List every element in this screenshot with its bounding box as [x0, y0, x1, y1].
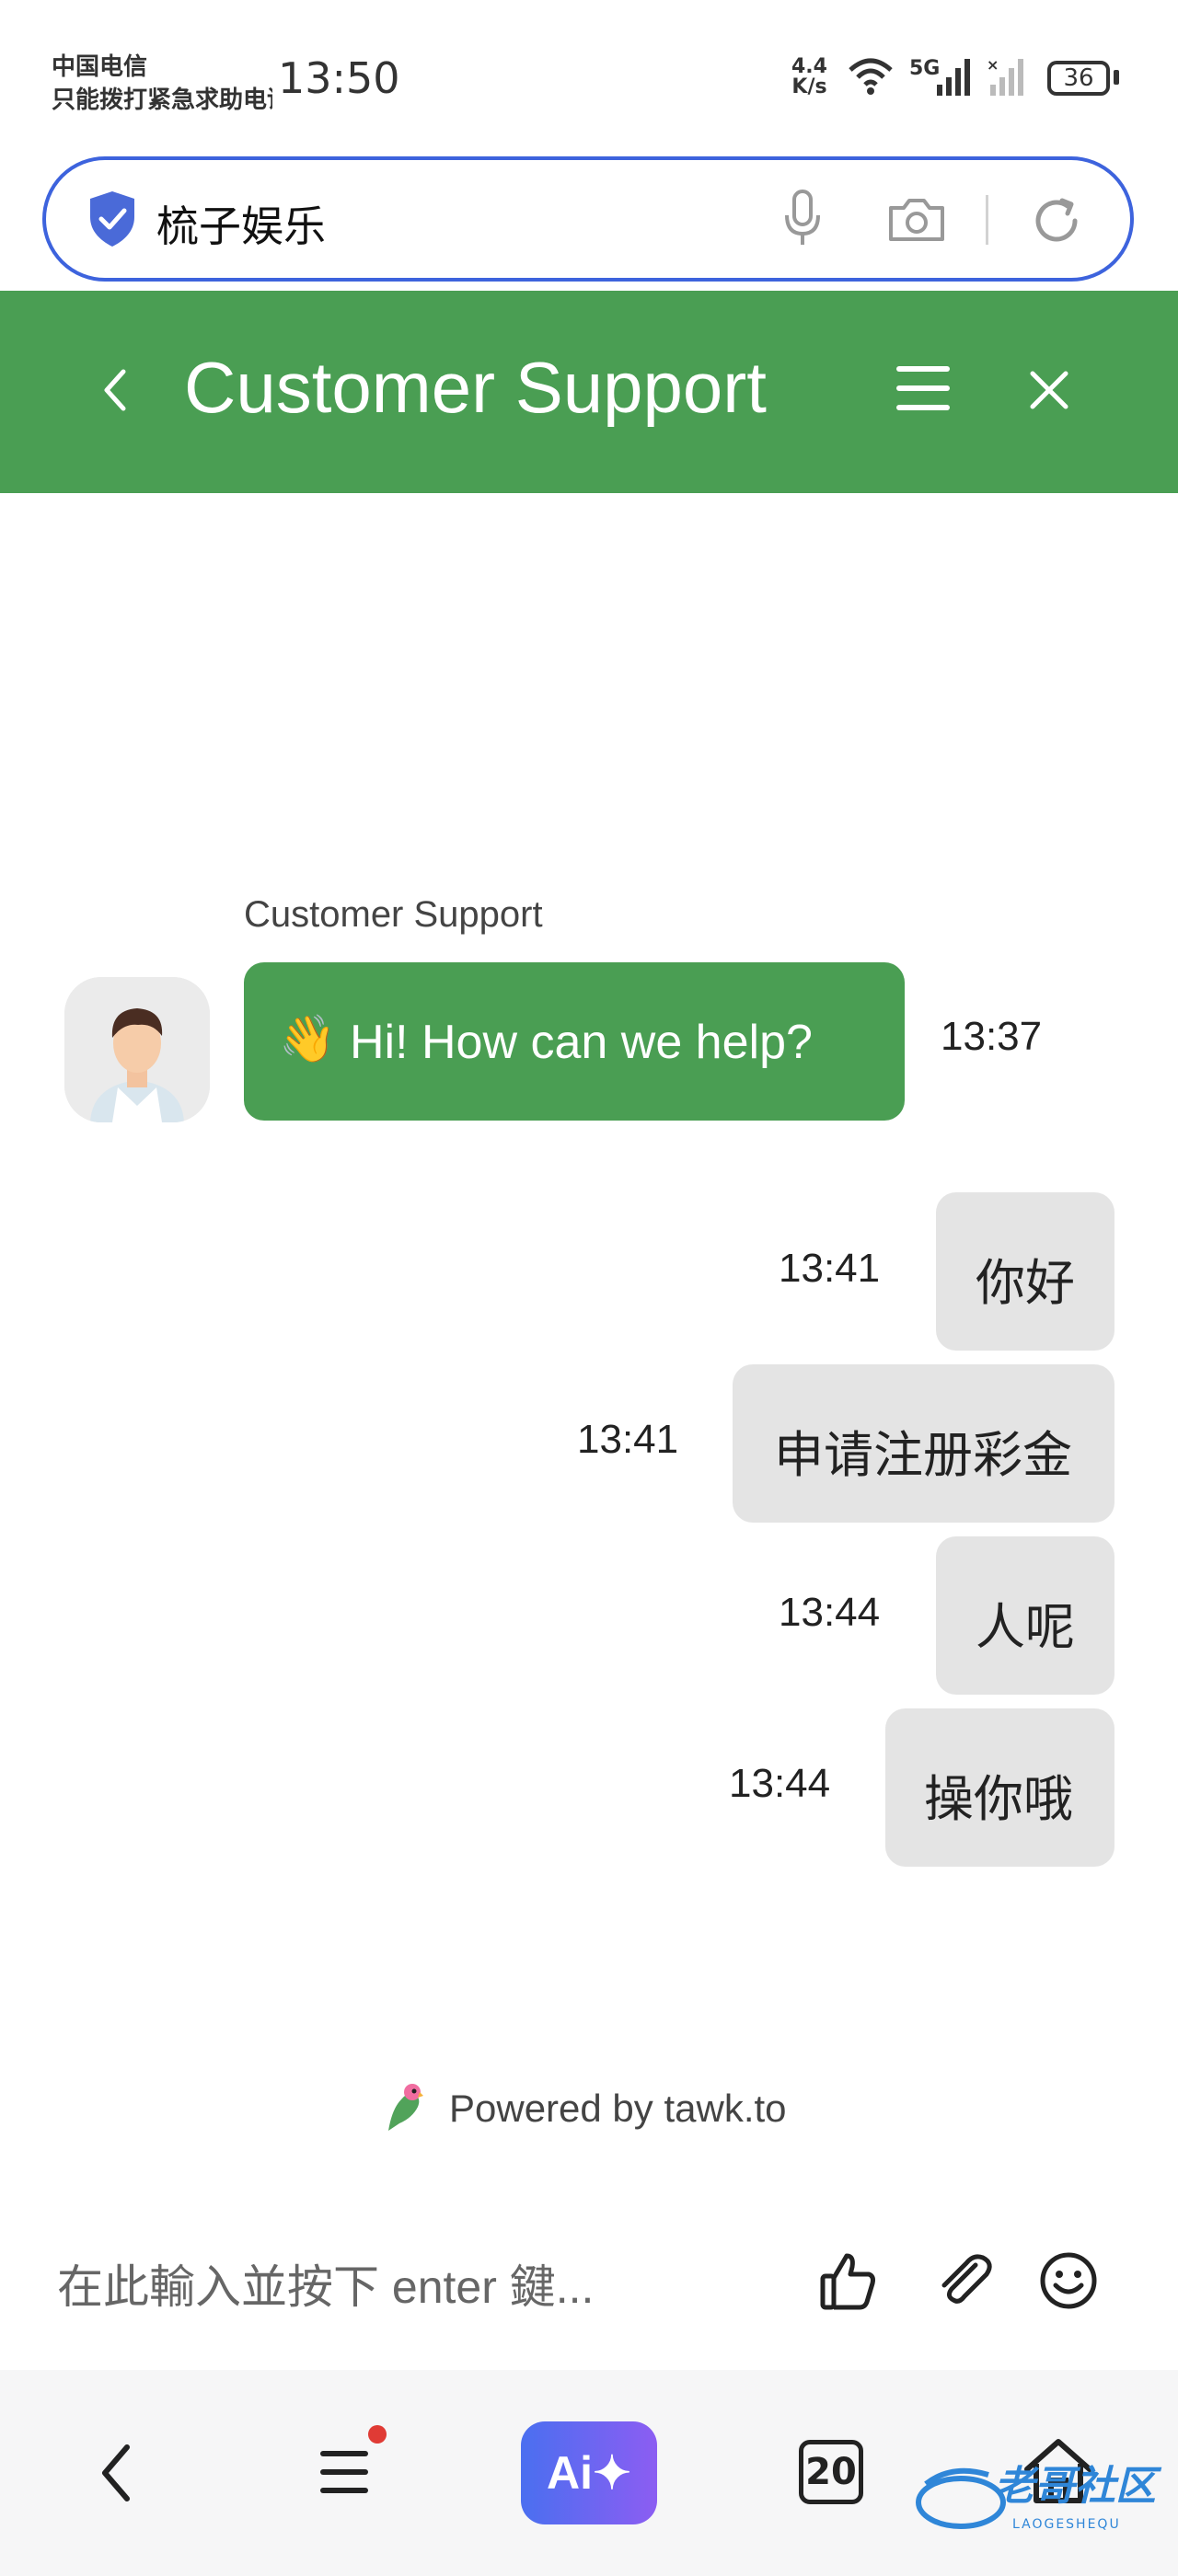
- message-time: 13:41: [779, 1246, 881, 1291]
- address-bar-divider: [986, 195, 988, 245]
- message-input[interactable]: [57, 2243, 812, 2331]
- status-time: 13:50: [278, 53, 400, 103]
- nav-menu-icon[interactable]: [318, 2447, 370, 2497]
- close-icon[interactable]: [1027, 368, 1071, 412]
- agent-message-text: Hi! How can we help?: [350, 1016, 813, 1069]
- tabs-count-button[interactable]: 20: [799, 2440, 863, 2504]
- tawk-parrot-icon: [388, 2084, 423, 2131]
- back-chevron-icon[interactable]: [99, 366, 133, 414]
- notification-dot: [368, 2425, 387, 2444]
- svg-text:×: ×: [987, 57, 999, 74]
- message-time: 13:44: [779, 1590, 881, 1635]
- message-time: 13:37: [941, 1014, 1043, 1059]
- watermark-subtext: LAOGESHEQU: [1012, 2517, 1121, 2532]
- net-speed-unit: K/s: [791, 75, 827, 98]
- menu-icon[interactable]: [893, 362, 953, 414]
- wifi-icon: [849, 58, 893, 95]
- paperclip-icon[interactable]: [935, 2250, 996, 2311]
- microphone-icon[interactable]: [782, 190, 823, 248]
- ai-assistant-button[interactable]: Ai✦: [521, 2421, 657, 2524]
- agent-avatar-icon: [64, 977, 210, 1122]
- battery-indicator: 36: [1047, 61, 1110, 96]
- watermark-text: 老哥社区: [994, 2463, 1156, 2510]
- chat-title: Customer Support: [184, 347, 767, 428]
- visitor-message-text: 你好: [976, 1254, 1075, 1312]
- thumbs-up-icon[interactable]: [819, 2250, 878, 2311]
- carrier-name: 中国电信: [52, 53, 148, 81]
- shield-check-icon: [90, 191, 134, 247]
- net-speed: 4.4 K/s: [791, 57, 827, 98]
- net-speed-value: 4.4: [791, 55, 827, 78]
- visitor-message-text: 操你哦: [924, 1770, 1073, 1828]
- url-text[interactable]: 梳子娱乐: [156, 193, 326, 254]
- agent-name: Customer Support: [244, 894, 543, 935]
- visitor-message-text: 人呢: [976, 1598, 1075, 1656]
- battery-tip: [1114, 70, 1119, 85]
- smiley-icon[interactable]: [1038, 2250, 1099, 2311]
- avatar: [64, 977, 210, 1122]
- watermark-logo-icon: [916, 2467, 1006, 2529]
- powered-by-link[interactable]: Powered by tawk.to: [449, 2087, 787, 2131]
- message-time: 13:41: [577, 1417, 679, 1462]
- refresh-icon[interactable]: [1029, 193, 1084, 248]
- carrier-status: 只能拨打紧急求助电话: [52, 86, 272, 114]
- camera-icon[interactable]: [887, 195, 946, 243]
- signal-bars-icon: ×: [937, 57, 1023, 96]
- wave-emoji: 👋: [279, 1012, 337, 1065]
- nav-back-icon[interactable]: [96, 2442, 136, 2504]
- message-time: 13:44: [729, 1761, 831, 1806]
- visitor-message-text: 申请注册彩金: [774, 1426, 1072, 1484]
